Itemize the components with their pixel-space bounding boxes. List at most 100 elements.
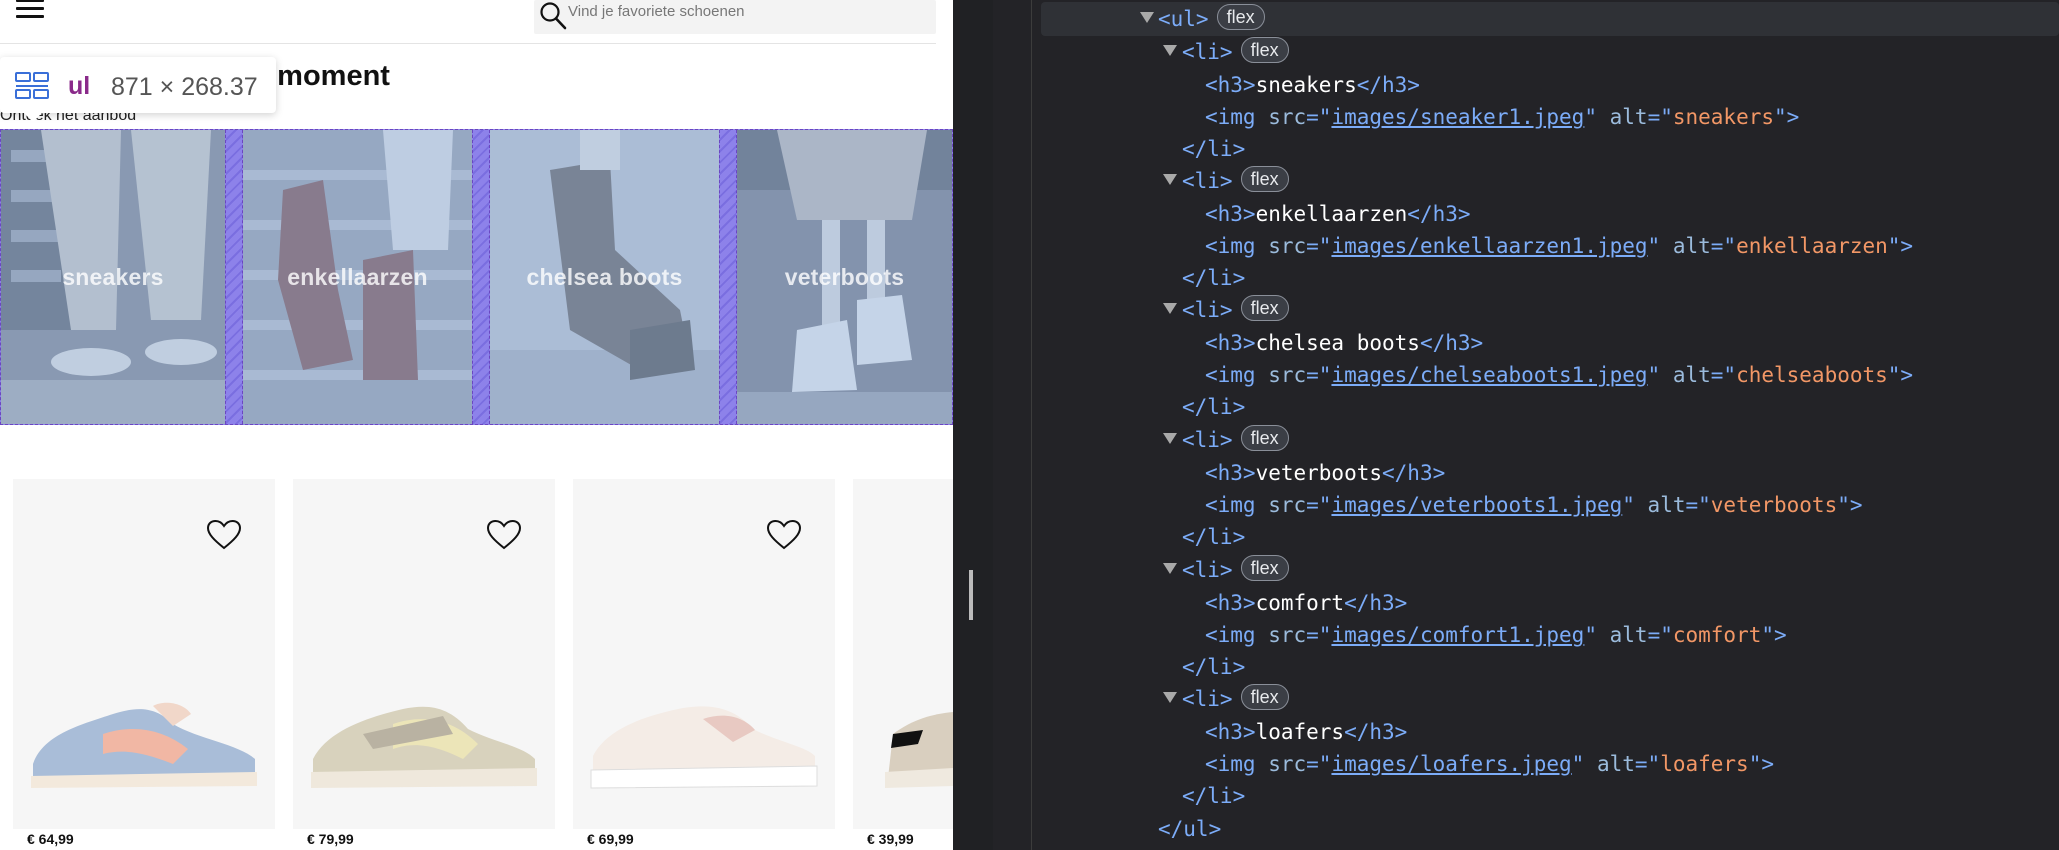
dom-node-h3[interactable]: <h3>chelsea boots</h3> <box>1205 327 1483 359</box>
sneaker-image <box>885 712 953 788</box>
dom-node-li-open[interactable]: <li> flex <box>1182 424 1289 456</box>
tag-text: </li> <box>1182 395 1246 419</box>
tag-text: <li> <box>1182 169 1233 193</box>
drag-grip-icon <box>969 570 973 620</box>
dom-node-img[interactable]: <img src="images/enkellaarzen1.jpeg" alt… <box>1205 230 1913 262</box>
dom-node-ul-close[interactable]: </ul> <box>1158 813 1221 845</box>
panel-resize-handle[interactable] <box>953 0 993 850</box>
website-viewport: Categorieën van dit moment Ontdek het aa… <box>0 0 953 850</box>
dom-node-li-close[interactable]: </li> <box>1182 780 1245 812</box>
tag-text: <li> <box>1182 558 1233 582</box>
product-price: € 69,99 <box>587 831 634 847</box>
category-label: enkellaarzen <box>287 264 428 290</box>
dom-node-h3[interactable]: <h3>comfort</h3> <box>1205 587 1407 619</box>
product-price: € 39,99 <box>867 831 914 847</box>
collapse-toggle-icon[interactable] <box>1163 433 1177 444</box>
product-card[interactable] <box>853 479 953 829</box>
dom-node-h3[interactable]: <h3>sneakers</h3> <box>1205 69 1420 101</box>
dom-node-img[interactable]: <img src="images/sneaker1.jpeg" alt="sne… <box>1205 101 1799 133</box>
product-price: € 79,99 <box>307 831 354 847</box>
flex-badge[interactable]: flex <box>1240 425 1289 451</box>
dom-node-img[interactable]: <img src="images/comfort1.jpeg" alt="com… <box>1205 619 1787 651</box>
collapse-toggle-icon[interactable] <box>1163 174 1177 185</box>
flex-badge[interactable]: flex <box>1240 166 1289 192</box>
dom-node-li-open[interactable]: <li> flex <box>1182 294 1289 326</box>
hamburger-menu-icon[interactable] <box>16 0 44 20</box>
inspector-tooltip: ul 871 × 268.37 <box>0 57 276 122</box>
tag-text: </li> <box>1182 784 1246 808</box>
img-alt-value: sneakers <box>1672 105 1775 129</box>
product-card[interactable] <box>293 479 555 829</box>
img-src-link[interactable]: images/chelseaboots1.jpeg <box>1331 363 1647 387</box>
flex-badge[interactable]: flex <box>1240 37 1289 63</box>
product-card[interactable] <box>573 479 835 829</box>
img-src-link[interactable]: images/sneaker1.jpeg <box>1331 105 1584 129</box>
img-alt-value: comfort <box>1672 623 1762 647</box>
tag-text: <li> <box>1182 40 1233 64</box>
dom-node-h3[interactable]: <h3>veterboots</h3> <box>1205 457 1445 489</box>
tag-text: <li> <box>1182 298 1233 322</box>
dom-node-li-close[interactable]: </li> <box>1182 521 1245 553</box>
product-price: € 64,99 <box>27 831 74 847</box>
product-card[interactable] <box>13 479 275 829</box>
category-card-sneakers[interactable]: sneakers <box>1 130 225 424</box>
category-card-chelsea-boots[interactable]: chelsea boots <box>490 130 719 424</box>
devtools-gutter-divider <box>1031 0 1032 850</box>
tag-text: <li> <box>1182 687 1233 711</box>
sneaker-image <box>590 706 818 789</box>
inspector-tag-name: ul <box>68 72 91 100</box>
sneaker-image <box>31 702 257 788</box>
heart-icon[interactable] <box>486 519 522 551</box>
collapse-toggle-icon[interactable] <box>1163 45 1177 56</box>
flex-badge[interactable]: flex <box>1240 295 1289 321</box>
h3-text: enkellaarzen <box>1255 202 1408 226</box>
dom-node-h3[interactable]: <h3>enkellaarzen</h3> <box>1205 198 1471 230</box>
tag-text: </li> <box>1182 655 1246 679</box>
dom-node-li-close[interactable]: </li> <box>1182 133 1245 165</box>
collapse-toggle-icon[interactable] <box>1163 303 1177 314</box>
category-list-highlighted: sneakers enkellaarzen chelsea boots vete… <box>0 129 953 425</box>
img-alt-value: enkellaarzen <box>1736 234 1888 258</box>
category-card-enkellaarzen[interactable]: enkellaarzen <box>243 130 472 424</box>
tag-text: </li> <box>1182 525 1246 549</box>
dom-node-img[interactable]: <img src="images/veterboots1.jpeg" alt="… <box>1205 489 1863 521</box>
category-label: veterboots <box>784 264 905 290</box>
img-src-link[interactable]: images/veterboots1.jpeg <box>1331 493 1622 517</box>
collapse-toggle-icon[interactable] <box>1140 12 1154 23</box>
flex-badge[interactable]: flex <box>1216 4 1265 30</box>
heart-icon[interactable] <box>206 519 242 551</box>
inspector-dimensions: 871 × 268.37 <box>111 73 258 101</box>
dom-node-li-open[interactable]: <li> flex <box>1182 36 1289 68</box>
category-card-veterboots[interactable]: veterboots <box>737 130 952 424</box>
flex-layout-icon <box>15 72 49 99</box>
search-bar[interactable] <box>534 0 936 34</box>
dom-node-li-close[interactable]: </li> <box>1182 391 1245 423</box>
img-src-link[interactable]: images/comfort1.jpeg <box>1331 623 1584 647</box>
h3-text: chelsea boots <box>1255 331 1420 355</box>
flex-badge[interactable]: flex <box>1240 555 1289 581</box>
dom-node-li-close[interactable]: </li> <box>1182 262 1245 294</box>
img-alt-value: loafers <box>1660 752 1749 776</box>
search-icon <box>540 2 567 30</box>
dom-node-li-open[interactable]: <li> flex <box>1182 165 1289 197</box>
dom-node-li-open[interactable]: <li> flex <box>1182 683 1289 715</box>
header-divider <box>0 43 936 44</box>
dom-node-img[interactable]: <img src="images/chelseaboots1.jpeg" alt… <box>1205 359 1913 391</box>
img-src-link[interactable]: images/enkellaarzen1.jpeg <box>1331 234 1647 258</box>
img-src-link[interactable]: images/loafers.jpeg <box>1331 752 1571 776</box>
tag-text: </ul> <box>1158 817 1222 841</box>
dom-node-li-open[interactable]: <li> flex <box>1182 554 1289 586</box>
tag-text: <li> <box>1182 428 1233 452</box>
dom-node-li-close[interactable]: </li> <box>1182 651 1245 683</box>
search-input[interactable] <box>568 0 928 22</box>
dom-node-h3[interactable]: <h3>loafers</h3> <box>1205 716 1407 748</box>
category-label: sneakers <box>62 264 164 290</box>
collapse-toggle-icon[interactable] <box>1163 563 1177 574</box>
heart-icon[interactable] <box>766 519 802 551</box>
collapse-toggle-icon[interactable] <box>1163 692 1177 703</box>
sneaker-image <box>311 706 537 788</box>
devtools-elements-panel: <ul> flex <li> flex <h3>sneakers</h3> <img… <box>993 0 2059 850</box>
flex-badge[interactable]: flex <box>1240 684 1289 710</box>
dom-node-ul-open[interactable]: <ul> flex <box>1158 3 1265 35</box>
dom-node-img[interactable]: <img src="images/loafers.jpeg" alt="loaf… <box>1205 748 1774 780</box>
